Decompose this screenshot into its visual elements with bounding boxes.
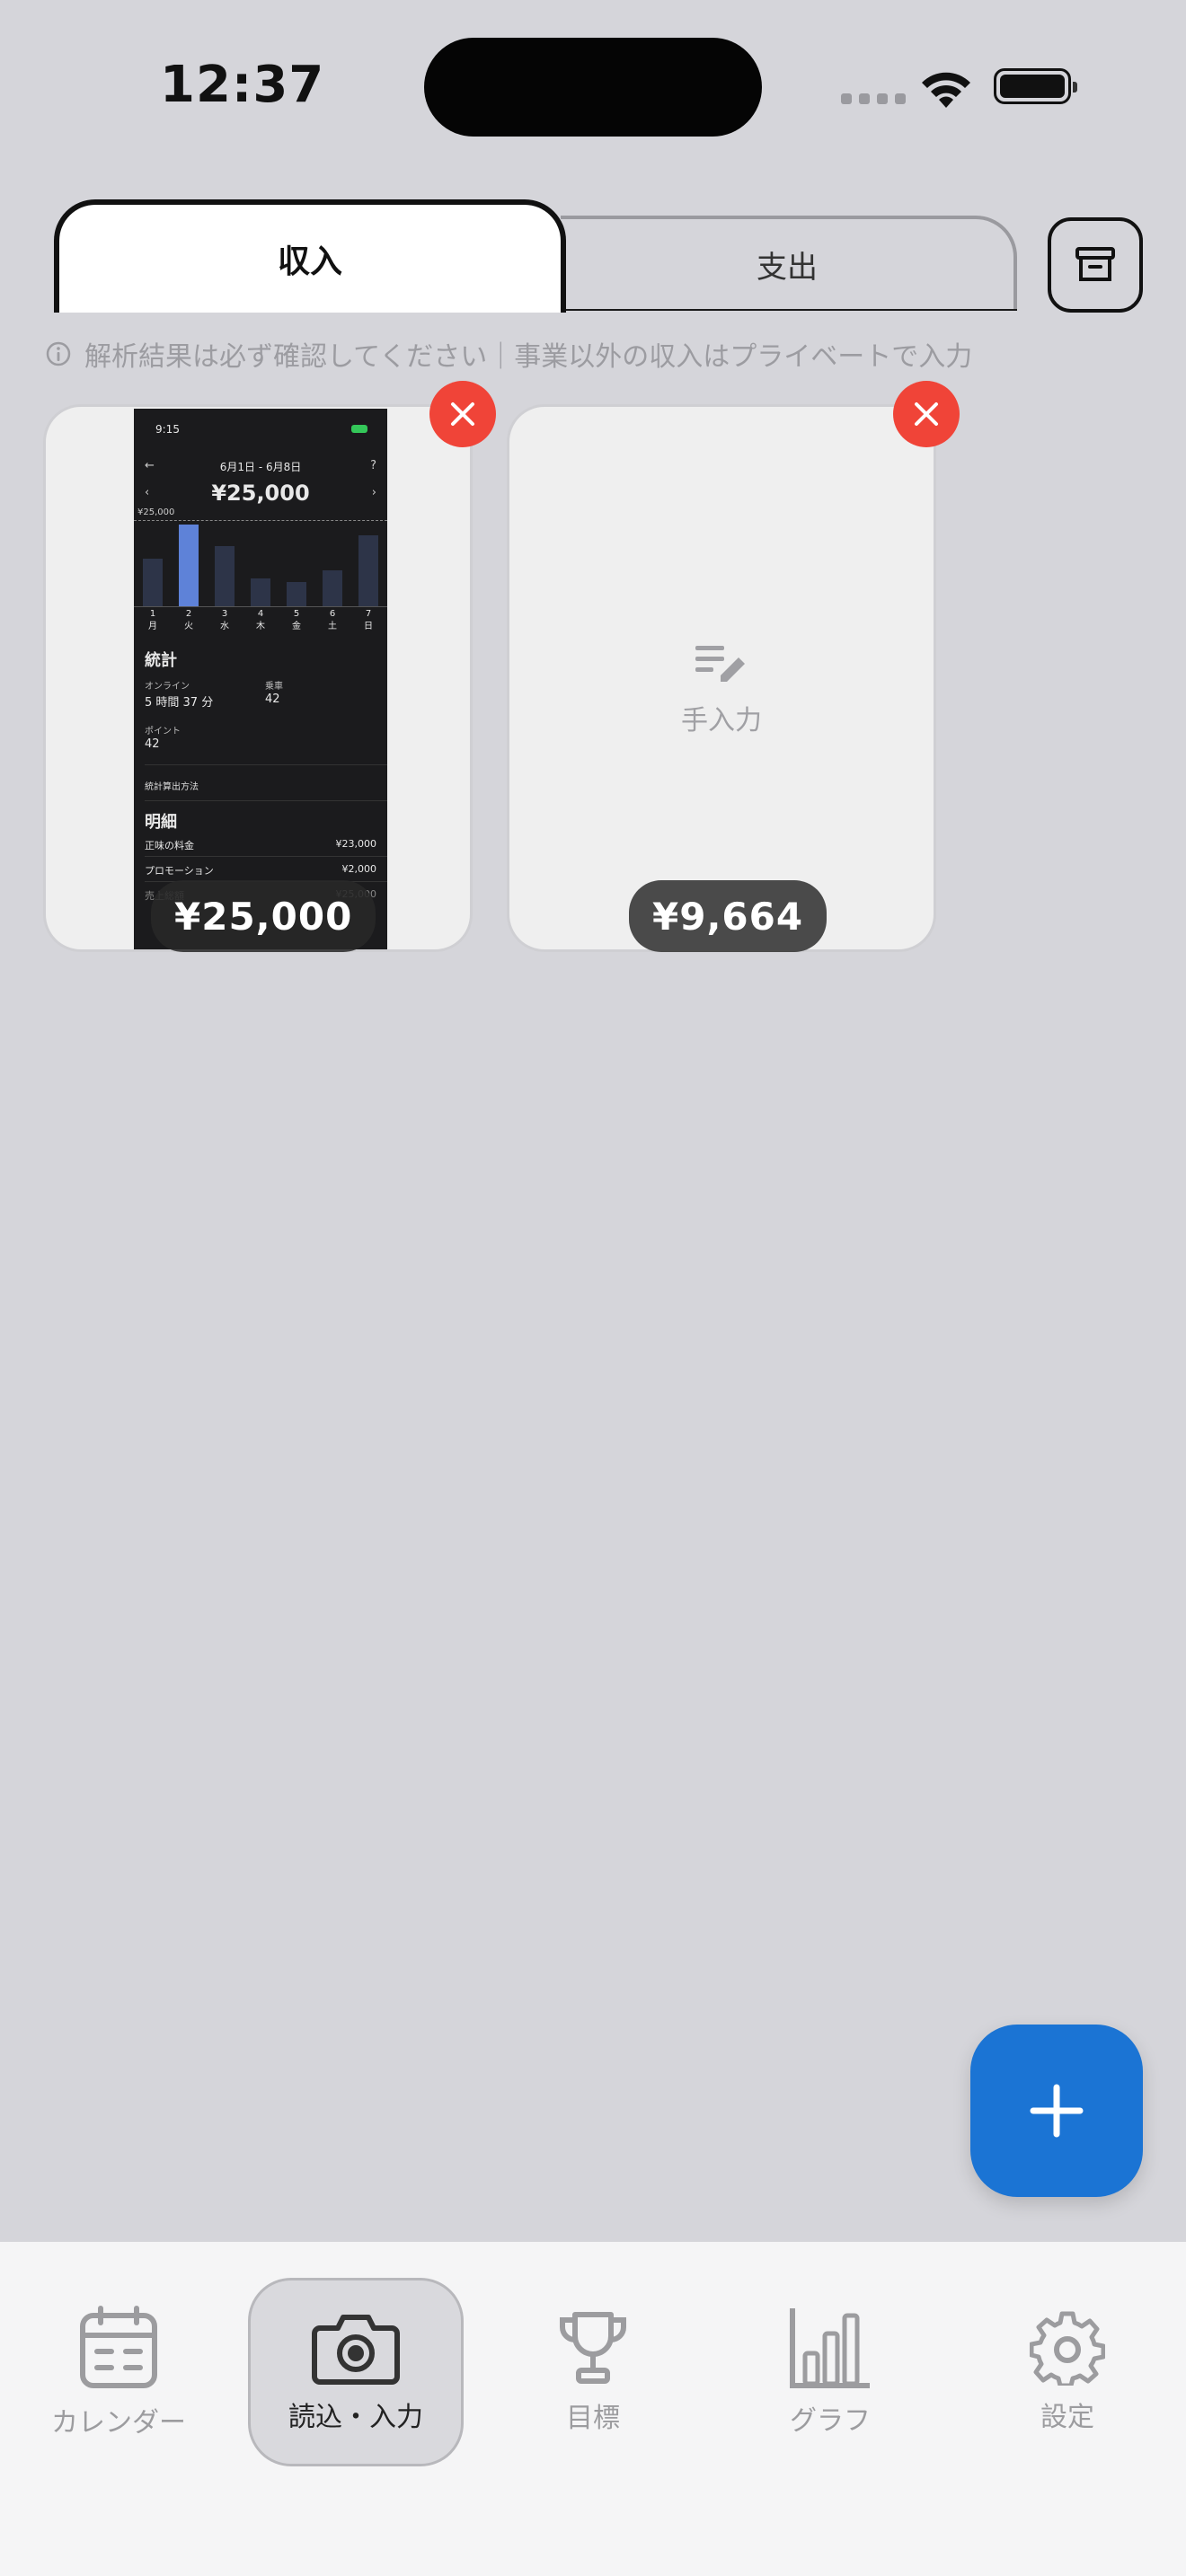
trophy-icon <box>560 2312 626 2384</box>
thumb-detail-heading: 明細 <box>145 813 177 832</box>
thumb-rides-value: 42 <box>265 693 280 706</box>
thumb-bar <box>287 582 306 606</box>
thumb-date-range: 6月1日 - 6月8日 <box>219 461 302 473</box>
thumb-day-label: 3水 <box>220 609 229 631</box>
tab-income[interactable]: 収入 <box>54 199 566 313</box>
thumb-bar <box>215 546 235 606</box>
status-time: 12:37 <box>160 56 325 114</box>
thumb-day-label: 2火 <box>184 609 193 631</box>
income-screenshot-card[interactable]: 9:15 ← ? 6月1日 - 6月8日 ‹ › ¥25,000 ¥25,000… <box>43 404 473 952</box>
manual-input-label: 手入力 <box>681 705 762 737</box>
nav-calendar-label: カレンダー <box>51 2407 186 2439</box>
amount-pill: ¥25,000 <box>151 880 376 952</box>
nav-import-input[interactable]: 読込・入力 <box>248 2278 464 2466</box>
thumb-bar <box>358 535 378 606</box>
nav-goal-label: 目標 <box>566 2403 620 2434</box>
camera-icon <box>312 2315 400 2385</box>
delete-card-button[interactable] <box>429 381 496 447</box>
thumb-day-label: 4木 <box>256 609 265 631</box>
info-note: 解析結果は必ず確認してください｜事業以外の収入はプライベートで入力 <box>45 334 972 374</box>
nav-goal[interactable]: 目標 <box>485 2278 701 2466</box>
nav-settings[interactable]: 設定 <box>960 2278 1175 2466</box>
nav-calendar[interactable]: カレンダー <box>11 2278 226 2466</box>
cellular-signal-icon <box>841 93 906 104</box>
thumb-day-label: 7日 <box>364 609 373 631</box>
bar-chart-icon <box>790 2308 870 2388</box>
edit-note-icon <box>695 646 745 682</box>
screenshot-thumbnail: 9:15 ← ? 6月1日 - 6月8日 ‹ › ¥25,000 ¥25,000… <box>134 409 387 949</box>
archive-icon <box>1075 247 1115 281</box>
thumb-calc-label: 統計算出方法 <box>145 782 199 792</box>
thumb-total: ¥25,000 <box>211 481 310 506</box>
thumb-battery-icon <box>351 425 367 433</box>
thumb-item-row: プロモーション ¥2,000 <box>145 863 376 877</box>
add-button[interactable] <box>970 2025 1143 2197</box>
thumb-points-label: ポイント <box>145 727 181 737</box>
close-icon <box>451 402 474 426</box>
thumb-bar <box>179 525 199 606</box>
battery-icon <box>994 68 1077 104</box>
thumb-day-label: 1月 <box>148 609 157 631</box>
thumb-points-value: 42 <box>145 737 160 751</box>
delete-card-button[interactable] <box>893 381 960 447</box>
thumb-item-row: 正味の料金 ¥23,000 <box>145 838 376 851</box>
thumb-ref-label: ¥25,000 <box>137 507 175 517</box>
thumb-bar <box>143 559 163 606</box>
thumb-online-value: 5 時間 37 分 <box>145 696 214 710</box>
thumb-bar <box>323 570 342 606</box>
wifi-icon <box>922 72 970 108</box>
info-note-text: 解析結果は必ず確認してください｜事業以外の収入はプライベートで入力 <box>84 341 973 373</box>
bottom-tab-bar: カレンダー 読込・入力 目標 グラフ 設定 <box>0 2242 1186 2576</box>
income-manual-card[interactable]: 手入力 <box>507 404 936 952</box>
nav-graph[interactable]: グラフ <box>722 2278 938 2466</box>
nav-import-label: 読込・入力 <box>288 2402 423 2433</box>
thumb-day-label: 5金 <box>292 609 301 631</box>
thumb-day-labels: 1月 2火 3水 4木 5金 6土 7日 <box>143 608 378 633</box>
thumb-online-label: オンライン <box>145 682 190 692</box>
thumb-bar-chart <box>143 520 378 606</box>
tab-expense[interactable]: 支出 <box>561 216 1017 309</box>
thumb-bar <box>251 578 270 606</box>
nav-settings-label: 設定 <box>1040 2402 1094 2433</box>
dynamic-island <box>424 38 762 137</box>
thumb-day-label: 6土 <box>328 609 337 631</box>
info-icon <box>46 341 71 366</box>
close-icon <box>915 402 938 426</box>
calendar-icon <box>80 2306 157 2388</box>
plus-icon <box>1030 2084 1084 2138</box>
thumb-axis <box>134 606 387 607</box>
amount-pill: ¥9,664 <box>629 880 828 952</box>
thumb-stats-heading: 統計 <box>145 651 177 670</box>
thumb-time: 9:15 <box>155 423 180 436</box>
gear-icon <box>1030 2311 1105 2386</box>
nav-graph-label: グラフ <box>790 2405 871 2437</box>
archive-button[interactable] <box>1048 217 1143 313</box>
thumb-rides-label: 乗車 <box>265 682 283 692</box>
